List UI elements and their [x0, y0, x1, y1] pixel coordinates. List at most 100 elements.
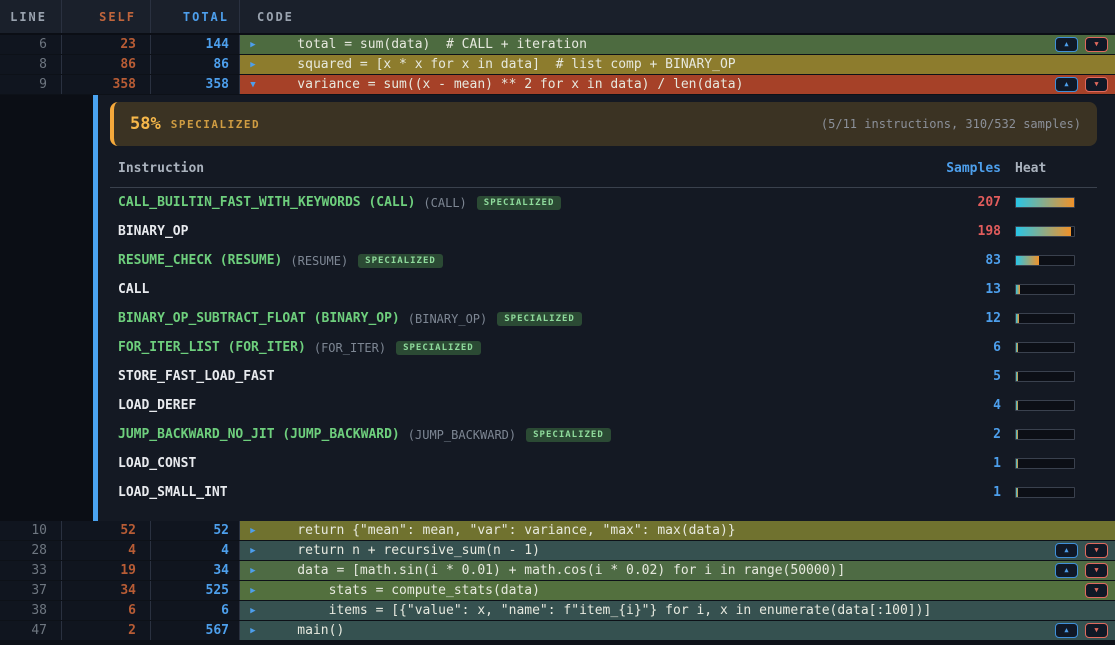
specialized-badge: SPECIALIZED: [477, 196, 562, 210]
code-line-row: 331934▶ data = [math.sin(i * 0.01) + mat…: [0, 561, 1115, 580]
heat-cell: [1001, 458, 1089, 469]
total-samples: 52: [151, 521, 240, 540]
line-number: 47: [0, 621, 62, 640]
instruction-samples: 207: [929, 195, 1001, 210]
jump-down-button[interactable]: ▼: [1085, 77, 1108, 92]
expand-toggle-icon[interactable]: ▶: [240, 526, 266, 536]
instruction-samples: 1: [929, 456, 1001, 471]
jump-up-button[interactable]: ▲: [1055, 563, 1078, 578]
jump-up-button[interactable]: ▲: [1055, 543, 1078, 558]
heat-bar-fill: [1016, 343, 1018, 352]
expand-toggle-icon[interactable]: ▶: [240, 626, 266, 636]
source-code: return {"mean": mean, "var": variance, "…: [266, 523, 736, 538]
line-number: 10: [0, 521, 62, 540]
jump-down-button[interactable]: ▼: [1085, 623, 1108, 638]
total-samples: 358: [151, 75, 240, 94]
expanded-detail-panel: 58% SPECIALIZED (5/11 instructions, 310/…: [0, 95, 1115, 521]
heat-cell: [1001, 400, 1089, 411]
instruction-samples: 4: [929, 398, 1001, 413]
panel-gutter: [0, 95, 93, 521]
instruction-samples: 12: [929, 311, 1001, 326]
expand-toggle-icon[interactable]: ▶: [240, 60, 266, 70]
code-line-row: 3866▶ items = [{"value": x, "name": f"it…: [0, 601, 1115, 620]
heat-cell: [1001, 197, 1089, 208]
heat-bar-fill: [1016, 430, 1018, 439]
expand-toggle-icon[interactable]: ▶: [240, 40, 266, 50]
self-samples: 52: [62, 521, 151, 540]
code-cell: ▶ total = sum(data) # CALL + iteration ▲ ▼: [240, 35, 1115, 54]
heat-bar: [1015, 255, 1075, 266]
jump-down-button[interactable]: ▼: [1085, 563, 1108, 578]
heat-cell: [1001, 342, 1089, 353]
base-opcode: (FOR_ITER): [314, 341, 386, 355]
jump-up-button[interactable]: ▲: [1055, 77, 1078, 92]
heat-cell: [1001, 226, 1089, 237]
jump-down-button[interactable]: ▼: [1085, 583, 1108, 598]
instruction-name: FOR_ITER_LIST (FOR_ITER): [118, 340, 306, 355]
column-header-self: SELF: [62, 0, 151, 33]
instruction-name: BINARY_OP: [118, 224, 188, 239]
heat-bar-fill: [1016, 488, 1018, 497]
heat-bar-fill: [1016, 227, 1071, 236]
column-header-code: CODE: [240, 0, 1115, 33]
instruction-row: LOAD_DEREF 4: [110, 391, 1097, 420]
code-cell: ▶ stats = compute_stats(data)▼: [240, 581, 1115, 600]
source-code: data = [math.sin(i * 0.01) + math.cos(i …: [266, 563, 845, 578]
source-code: return n + recursive_sum(n - 1): [266, 543, 540, 558]
code-line-row: 88686▶ squared = [x * x for x in data] #…: [0, 55, 1115, 74]
line-number: 33: [0, 561, 62, 580]
heat-bar-fill: [1016, 372, 1018, 381]
instruction-name: RESUME_CHECK (RESUME): [118, 253, 282, 268]
instruction-name: LOAD_DEREF: [118, 398, 196, 413]
heat-bar-fill: [1016, 285, 1020, 294]
specialized-badge: SPECIALIZED: [396, 341, 481, 355]
heat-cell: [1001, 429, 1089, 440]
heat-bar: [1015, 487, 1075, 498]
line-number: 8: [0, 55, 62, 74]
expand-toggle-icon[interactable]: ▶: [240, 566, 266, 576]
heat-bar: [1015, 342, 1075, 353]
expand-toggle-icon[interactable]: ▶: [240, 546, 266, 556]
total-samples: 525: [151, 581, 240, 600]
specialized-percent: 58%: [130, 114, 161, 134]
samples-column-header[interactable]: Samples: [929, 161, 1001, 176]
instruction-name: JUMP_BACKWARD_NO_JIT (JUMP_BACKWARD): [118, 427, 400, 442]
jump-down-button[interactable]: ▼: [1085, 37, 1108, 52]
self-samples: 358: [62, 75, 151, 94]
collapse-toggle-icon[interactable]: ▼: [240, 80, 266, 90]
code-line-row: 472567▶ main()▲▼: [0, 621, 1115, 640]
source-code: total = sum(data) # CALL + iteration: [266, 37, 587, 52]
code-line-row: 3734525▶ stats = compute_stats(data)▼: [0, 581, 1115, 600]
total-samples: 6: [151, 601, 240, 620]
table-header: LINE SELF TOTAL CODE: [0, 0, 1115, 35]
jump-up-button[interactable]: ▲: [1055, 37, 1078, 52]
source-code: variance = sum((x - mean) ** 2 for x in …: [266, 77, 743, 92]
heat-bar: [1015, 197, 1075, 208]
specialized-label: SPECIALIZED: [171, 118, 260, 131]
heat-bar-fill: [1016, 459, 1018, 468]
instruction-samples: 2: [929, 427, 1001, 442]
expand-toggle-icon[interactable]: ▶: [240, 586, 266, 596]
jump-up-button[interactable]: ▲: [1055, 623, 1078, 638]
heat-bar: [1015, 226, 1075, 237]
instruction-name: STORE_FAST_LOAD_FAST: [118, 369, 275, 384]
heat-cell: [1001, 313, 1089, 324]
instruction-row: LOAD_CONST1: [110, 449, 1097, 478]
code-cell: ▼ variance = sum((x - mean) ** 2 for x i…: [240, 75, 1115, 94]
code-cell: ▶ items = [{"value": x, "name": f"item_{…: [240, 601, 1115, 620]
instruction-name: BINARY_OP_SUBTRACT_FLOAT (BINARY_OP): [118, 311, 400, 326]
specialized-badge: SPECIALIZED: [358, 254, 443, 268]
heat-bar: [1015, 429, 1075, 440]
instruction-row: RESUME_CHECK (RESUME)(RESUME)SPECIALIZED…: [110, 246, 1097, 275]
instruction-column-header: Instruction: [118, 161, 929, 176]
code-line-row: 623144▶ total = sum(data) # CALL + itera…: [0, 35, 1115, 54]
self-samples: 2: [62, 621, 151, 640]
code-rows-top: 623144▶ total = sum(data) # CALL + itera…: [0, 35, 1115, 95]
self-samples: 86: [62, 55, 151, 74]
jump-down-button[interactable]: ▼: [1085, 543, 1108, 558]
specialized-badge: SPECIALIZED: [497, 312, 582, 326]
expand-toggle-icon[interactable]: ▶: [240, 606, 266, 616]
line-number: 6: [0, 35, 62, 54]
instruction-name: CALL: [118, 282, 149, 297]
instruction-samples: 5: [929, 369, 1001, 384]
